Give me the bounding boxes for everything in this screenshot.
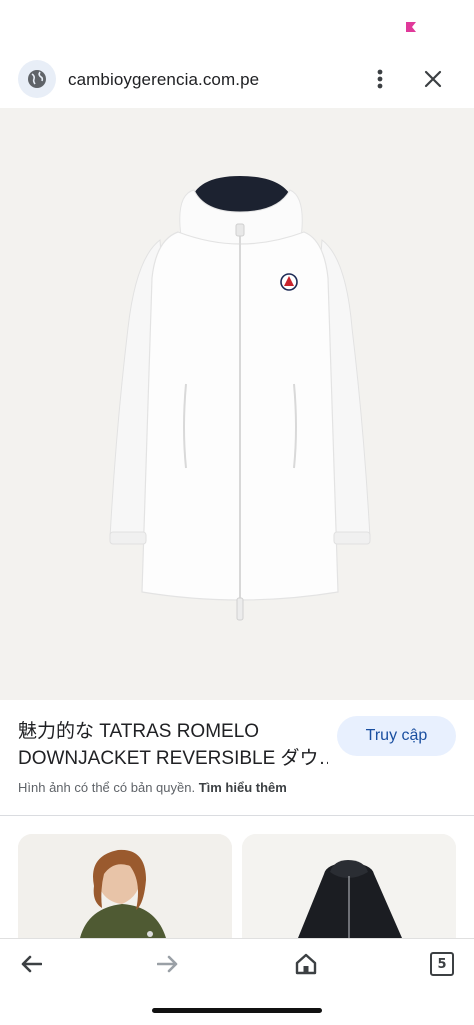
url-text[interactable]: cambioygerencia.com.pe xyxy=(68,70,259,90)
product-image[interactable] xyxy=(0,108,474,700)
forward-button[interactable] xyxy=(148,947,188,981)
home-button[interactable] xyxy=(286,947,326,981)
home-icon xyxy=(295,953,317,975)
result-info: 魅力的な TATRAS ROMELO DOWNJACKET REVERSIBLE… xyxy=(0,700,474,818)
divider xyxy=(0,815,474,816)
globe-icon xyxy=(28,70,46,88)
more-options-button[interactable] xyxy=(368,64,392,94)
url-bar: cambioygerencia.com.pe xyxy=(0,56,474,108)
tab-switcher-icon: 5 xyxy=(430,952,454,976)
learn-more-link[interactable]: Tìm hiểu thêm xyxy=(199,780,287,795)
more-vert-icon xyxy=(377,69,383,89)
green-jacket-thumbnail xyxy=(18,834,232,938)
home-indicator[interactable] xyxy=(152,1008,322,1013)
copyright-text: Hình ảnh có thể có bản quyền. xyxy=(18,780,196,795)
related-image-2[interactable] xyxy=(242,834,456,938)
close-icon xyxy=(424,70,442,88)
white-parka-image xyxy=(109,176,371,621)
notification-icon xyxy=(406,22,416,32)
copyright-notice: Hình ảnh có thể có bản quyền. Tìm hiểu t… xyxy=(18,780,287,795)
result-title-line-2: DOWNJACKET REVERSIBLE ダウ… xyxy=(18,748,328,769)
forward-arrow-icon xyxy=(157,955,178,973)
site-info-button[interactable] xyxy=(18,60,56,98)
back-arrow-icon xyxy=(21,955,42,973)
result-title-line-1: 魅力的な TATRAS ROMELO xyxy=(18,721,260,742)
back-button[interactable] xyxy=(11,947,51,981)
close-button[interactable] xyxy=(420,64,446,94)
tab-switcher-button[interactable]: 5 xyxy=(422,947,462,981)
related-image-1[interactable] xyxy=(18,834,232,938)
visit-button[interactable]: Truy cập xyxy=(337,716,456,756)
result-title[interactable]: 魅力的な TATRAS ROMELO DOWNJACKET REVERSIBLE… xyxy=(18,718,328,772)
black-jacket-thumbnail xyxy=(242,834,456,938)
status-bar xyxy=(0,0,474,56)
